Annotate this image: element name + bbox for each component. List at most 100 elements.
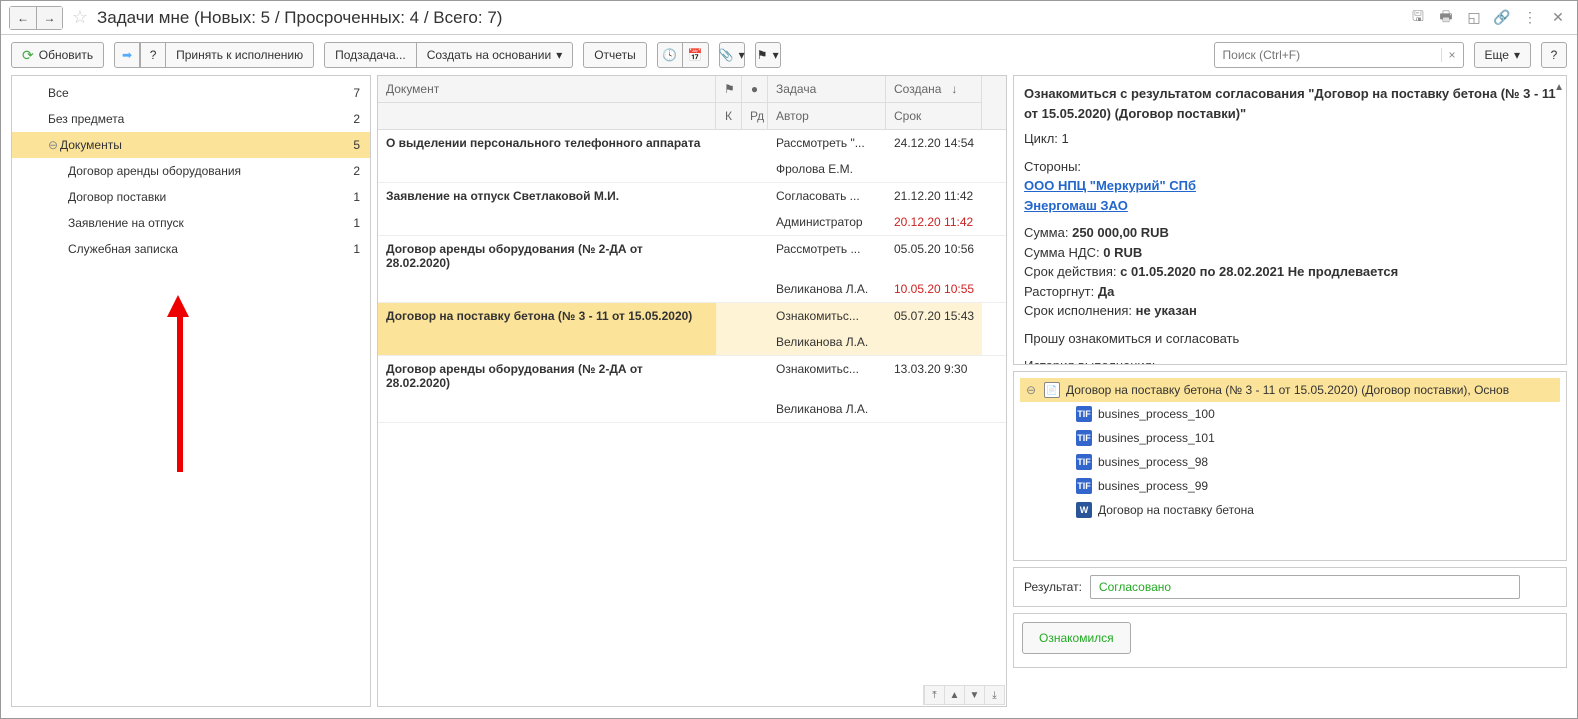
clock-button[interactable]: 🕓 <box>657 42 683 68</box>
favorite-star-icon[interactable]: ☆ <box>69 7 91 29</box>
scroll-up-icon[interactable]: ▲ <box>1554 80 1564 95</box>
new-window-icon[interactable]: ◱ <box>1463 7 1485 29</box>
tree-item[interactable]: Договор поставки1 <box>12 184 370 210</box>
cell-k <box>716 329 742 355</box>
collapse-icon[interactable]: ⊖ <box>1026 383 1038 397</box>
tree-item[interactable]: Без предмета2 <box>12 106 370 132</box>
tree-item[interactable]: Договор аренды оборудования2 <box>12 158 370 184</box>
link-icon[interactable]: 🔗 <box>1491 7 1513 29</box>
grid-down-button[interactable]: ▼ <box>964 686 984 704</box>
attachment-item[interactable]: TIFbusines_process_98 <box>1020 450 1560 474</box>
attachment-item[interactable]: WДоговор на поставку бетона <box>1020 498 1560 522</box>
tree-item[interactable]: ⊖ Документы5 <box>12 132 370 158</box>
cell-rd <box>742 156 768 182</box>
attach-button[interactable]: 📎 ▾ <box>719 42 745 68</box>
annotation-arrow <box>175 295 185 470</box>
tree-label: Договор поставки <box>68 190 166 204</box>
attachment-root[interactable]: ⊖ 📄 Договор на поставку бетона (№ 3 - 11… <box>1020 378 1560 402</box>
tree-label: Все <box>48 86 69 100</box>
accept-button[interactable]: Принять к исполнению <box>166 42 314 68</box>
col-deadline[interactable]: Срок <box>886 102 982 129</box>
cell-k <box>716 209 742 235</box>
side1-link[interactable]: ООО НПЦ "Меркурий" СПб <box>1024 176 1556 196</box>
question-icon: ? <box>150 48 157 62</box>
refresh-button[interactable]: ⟳Обновить <box>11 42 104 68</box>
calendar-add-icon: 📅 <box>688 48 703 62</box>
more-icon[interactable]: ⋮ <box>1519 7 1541 29</box>
cell-k <box>716 396 742 422</box>
sum-value: 250 000,00 RUB <box>1072 225 1169 240</box>
attachment-item[interactable]: TIFbusines_process_101 <box>1020 426 1560 450</box>
tif-icon: TIF <box>1076 478 1092 494</box>
grid-up-button[interactable]: ▲ <box>944 686 964 704</box>
cell-deadline <box>886 396 982 422</box>
attachment-item[interactable]: TIFbusines_process_100 <box>1020 402 1560 426</box>
attachment-name: Договор на поставку бетона <box>1098 503 1254 517</box>
acknowledge-button[interactable]: Ознакомился <box>1022 622 1131 654</box>
table-row[interactable]: Договор аренды оборудования (№ 2-ДА от 2… <box>378 236 1006 303</box>
grid-last-button[interactable]: ⤓ <box>984 686 1004 704</box>
refresh-label: Обновить <box>39 48 93 62</box>
attachment-item[interactable]: TIF busines_process_99 <box>1020 474 1560 498</box>
table-row[interactable]: Договор аренды оборудования (№ 2-ДА от 2… <box>378 356 1006 423</box>
cycle-value: 1 <box>1062 131 1069 146</box>
cell-deadline <box>886 329 982 355</box>
reports-button[interactable]: Отчеты <box>583 42 646 68</box>
result-label: Результат: <box>1024 580 1082 594</box>
cell-author: Великанова Л.А. <box>768 396 886 422</box>
cell-created: 05.07.20 15:43 <box>886 303 982 329</box>
tif-icon: TIF <box>1076 406 1092 422</box>
nav-back-button[interactable]: ← <box>10 7 36 29</box>
attachment-name: busines_process_99 <box>1098 479 1208 493</box>
tree-item[interactable]: Заявление на отпуск1 <box>12 210 370 236</box>
cell-empty <box>378 209 716 235</box>
search-clear-button[interactable]: × <box>1441 48 1463 62</box>
cell-document: Договор на поставку бетона (№ 3 - 11 от … <box>378 303 716 329</box>
history-label: История выполнения: <box>1024 356 1556 365</box>
calendar-add-button[interactable]: 📅 <box>683 42 709 68</box>
result-value[interactable]: Согласовано <box>1090 575 1520 599</box>
save-icon[interactable]: 🖫 <box>1407 7 1429 29</box>
period-label: Срок действия: <box>1024 264 1117 279</box>
create-based-button[interactable]: Создать на основании ▾ <box>417 42 574 68</box>
col-k[interactable]: К <box>716 102 742 129</box>
nav-forward-button[interactable]: → <box>36 7 62 29</box>
col-created[interactable]: Создана ↓ <box>886 76 982 102</box>
table-row[interactable]: Договор на поставку бетона (№ 3 - 11 от … <box>378 303 1006 356</box>
grid-header: Документ ⚑ ● Задача Создана ↓ К Рд Автор… <box>378 76 1006 130</box>
tree-item[interactable]: Все 7 <box>12 80 370 106</box>
help-button[interactable]: ? <box>1541 42 1567 68</box>
clock-icon: 🕓 <box>662 48 677 62</box>
tree-item[interactable]: Служебная записка1 <box>12 236 370 262</box>
col-mark-icon[interactable]: ● <box>742 76 768 102</box>
cell-task: Ознакомитьс... <box>768 303 886 329</box>
side2-link[interactable]: Энергомаш ЗАО <box>1024 196 1556 216</box>
col-author[interactable]: Автор <box>768 102 886 129</box>
close-icon[interactable]: ✕ <box>1547 7 1569 29</box>
document-icon: 📄 <box>1044 382 1060 398</box>
table-row[interactable]: Заявление на отпуск Светлаковой М.И.Согл… <box>378 183 1006 236</box>
forward-button[interactable]: ➡ <box>114 42 140 68</box>
cell-mark <box>742 356 768 396</box>
col-flag-icon[interactable]: ⚑ <box>716 76 742 102</box>
question-button[interactable]: ? <box>140 42 166 68</box>
search-input[interactable] <box>1215 48 1441 62</box>
subtask-button[interactable]: Подзадача... <box>324 42 417 68</box>
cell-deadline <box>886 156 982 182</box>
collapse-icon[interactable]: ⊖ <box>48 138 60 152</box>
task-grid: Документ ⚑ ● Задача Создана ↓ К Рд Автор… <box>377 75 1007 707</box>
col-rd[interactable]: Рд <box>742 102 768 129</box>
col-task[interactable]: Задача <box>768 76 886 102</box>
flag-button[interactable]: ⚑ ▾ <box>755 42 781 68</box>
grid-first-button[interactable]: ⤒ <box>924 686 944 704</box>
tree-count: 7 <box>353 86 360 100</box>
col-document[interactable]: Документ <box>378 76 716 102</box>
action-panel: Ознакомился <box>1013 613 1567 668</box>
attachment-name: busines_process_101 <box>1098 431 1215 445</box>
table-row[interactable]: О выделении персонального телефонного ап… <box>378 130 1006 183</box>
more-label: Еще <box>1485 48 1509 62</box>
detail-panel: ▲ Ознакомиться с результатом согласовани… <box>1013 75 1567 707</box>
print-icon[interactable]: 🖶 <box>1435 7 1457 29</box>
cell-task: Согласовать ... <box>768 183 886 209</box>
more-button[interactable]: Еще ▾ <box>1474 42 1531 68</box>
